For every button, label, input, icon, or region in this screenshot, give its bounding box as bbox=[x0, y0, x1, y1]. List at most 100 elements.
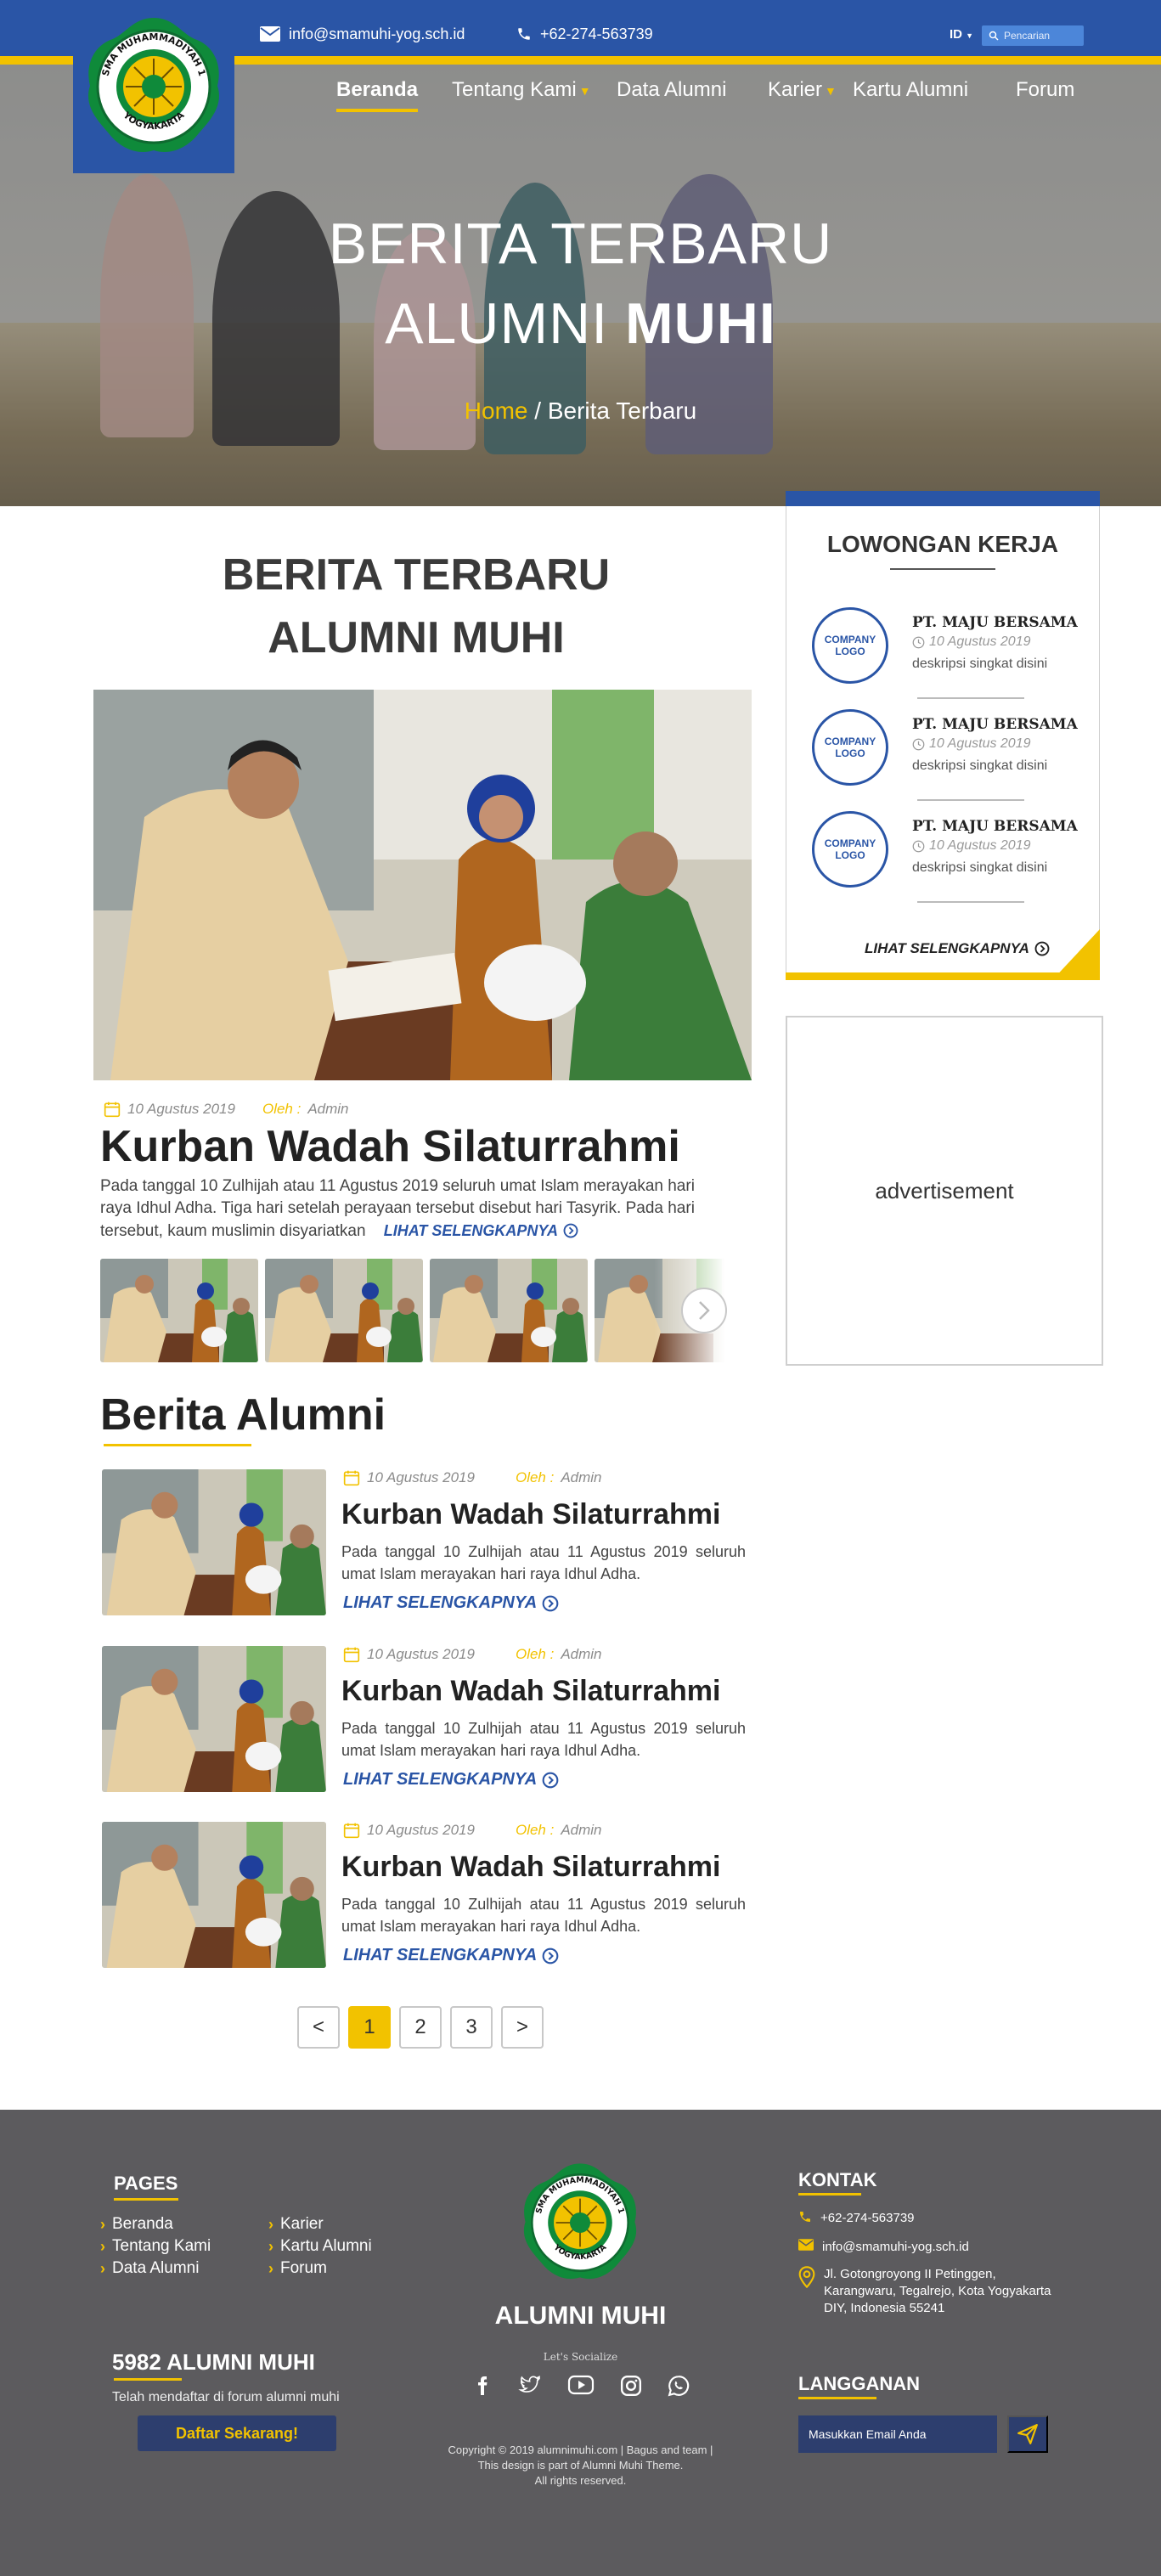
news-by-label: Oleh : bbox=[515, 1822, 555, 1838]
news-image[interactable] bbox=[102, 1646, 326, 1792]
social-links bbox=[472, 2375, 690, 2397]
pagination-prev-button[interactable]: < bbox=[297, 2006, 340, 2049]
news-excerpt: Pada tanggal 10 Zulhijah atau 11 Agustus… bbox=[341, 1543, 746, 1582]
school-emblem-icon: SMA MUHAMMADIYAH 1 YOGYAKARTA bbox=[88, 18, 219, 152]
paper-plane-icon bbox=[1016, 2423, 1040, 2445]
top-email[interactable]: info@smamuhi-yog.sch.id bbox=[260, 24, 465, 44]
job-item[interactable]: COMPANY LOGO PT. MAJU BERSAMA 10 Agustus… bbox=[812, 607, 1084, 699]
footer-contact-underline bbox=[798, 2193, 861, 2196]
search-icon bbox=[989, 31, 999, 41]
featured-read-more-link[interactable]: LIHAT SELENGKAPNYA bbox=[384, 1220, 578, 1242]
arrow-circle-right-icon bbox=[542, 1595, 559, 1612]
news-date: 10 Agustus 2019 bbox=[367, 1469, 475, 1485]
facebook-icon[interactable] bbox=[472, 2375, 493, 2397]
alumni-count-underline bbox=[114, 2378, 182, 2381]
job-separator bbox=[917, 697, 1024, 699]
news-excerpt: Pada tanggal 10 Zulhijah atau 11 Agustus… bbox=[341, 1720, 746, 1759]
breadcrumb: Home / Berita Terbaru bbox=[0, 397, 1161, 425]
gallery-thumbnail[interactable] bbox=[100, 1259, 258, 1362]
envelope-icon bbox=[260, 26, 280, 42]
news-title[interactable]: Kurban Wadah Silaturrahmi bbox=[341, 1851, 720, 1884]
whatsapp-icon[interactable] bbox=[668, 2375, 690, 2397]
news-image[interactable] bbox=[102, 1469, 326, 1615]
school-emblem-icon: SMA MUHAMMADIYAH 1 YOGYAKARTA bbox=[523, 2163, 637, 2280]
pagination-page-2[interactable]: 2 bbox=[399, 2006, 442, 2049]
news-meta: 10 Agustus 2019 Oleh : Admin bbox=[343, 1822, 602, 1839]
news-author: Admin bbox=[561, 1822, 602, 1838]
language-selector[interactable]: ID ▼ bbox=[950, 27, 973, 42]
nav-item-karier[interactable]: Karier ▼ bbox=[768, 78, 837, 102]
news-meta: 10 Agustus 2019 Oleh : Admin bbox=[343, 1469, 602, 1486]
job-date: 10 Agustus 2019 bbox=[912, 736, 1031, 752]
featured-by-label: Oleh : bbox=[262, 1101, 302, 1117]
breadcrumb-home-link[interactable]: Home bbox=[465, 397, 528, 424]
jobs-read-more-link[interactable]: LIHAT SELENGKAPNYA bbox=[865, 940, 1050, 957]
job-company: PT. MAJU BERSAMA bbox=[912, 818, 1078, 835]
featured-author: Admin bbox=[307, 1101, 349, 1117]
news-title[interactable]: Kurban Wadah Silaturrahmi bbox=[341, 1498, 720, 1531]
breadcrumb-separator: / bbox=[527, 397, 548, 424]
footer-link-forum[interactable]: › Forum bbox=[268, 2259, 327, 2278]
footer-subscribe-title: LANGGANAN bbox=[798, 2373, 920, 2394]
featured-news-image[interactable] bbox=[93, 690, 752, 1080]
school-logo[interactable]: SMA MUHAMMADIYAH 1 YOGYAKARTA bbox=[73, 0, 234, 173]
top-email-text: info@smamuhi-yog.sch.id bbox=[289, 25, 465, 42]
job-item[interactable]: COMPANY LOGO PT. MAJU BERSAMA 10 Agustus… bbox=[812, 811, 1084, 903]
nav-item-tentang-kami[interactable]: Tentang Kami ▼ bbox=[452, 78, 591, 102]
job-description: deskripsi singkat disini bbox=[912, 758, 1048, 773]
gallery-next-button[interactable] bbox=[681, 1288, 727, 1333]
pagination-page-3[interactable]: 3 bbox=[450, 2006, 493, 2049]
footer-link-karier[interactable]: › Karier bbox=[268, 2215, 324, 2234]
footer-subscribe-underline bbox=[798, 2397, 876, 2399]
nav-item-forum[interactable]: Forum bbox=[1016, 78, 1074, 102]
phone-icon bbox=[516, 26, 532, 42]
search-box[interactable] bbox=[982, 25, 1084, 46]
footer-logo[interactable]: SMA MUHAMMADIYAH 1 YOGYAKARTA bbox=[518, 2161, 642, 2285]
caret-down-icon: ▼ bbox=[825, 83, 837, 98]
news-read-more-link[interactable]: LIHAT SELENGKAPNYA bbox=[343, 1593, 559, 1613]
chevron-right-icon: › bbox=[268, 2259, 273, 2277]
advertisement-slot[interactable]: advertisement bbox=[786, 1016, 1103, 1366]
nav-item-kartu-alumni[interactable]: Kartu Alumni bbox=[853, 78, 968, 102]
subscribe-send-button[interactable] bbox=[1007, 2415, 1048, 2453]
news-read-more-link[interactable]: LIHAT SELENGKAPNYA bbox=[343, 1946, 559, 1965]
footer-link-kartu-alumni[interactable]: › Kartu Alumni bbox=[268, 2237, 372, 2256]
news-title[interactable]: Kurban Wadah Silaturrahmi bbox=[341, 1675, 720, 1708]
news-excerpt: Pada tanggal 10 Zulhijah atau 11 Agustus… bbox=[341, 1896, 746, 1935]
subscribe-email-input[interactable] bbox=[798, 2415, 997, 2453]
news-author: Admin bbox=[561, 1469, 602, 1485]
nav-item-data-alumni[interactable]: Data Alumni bbox=[617, 78, 726, 102]
pagination-page-1[interactable]: 1 bbox=[348, 2006, 391, 2049]
arrow-circle-right-icon bbox=[563, 1223, 578, 1238]
footer-contact-email[interactable]: info@smamuhi-yog.sch.id bbox=[798, 2239, 969, 2256]
footer-link-data-alumni[interactable]: › Data Alumni bbox=[100, 2259, 199, 2278]
youtube-icon[interactable] bbox=[567, 2375, 595, 2397]
job-item[interactable]: COMPANY LOGO PT. MAJU BERSAMA 10 Agustus… bbox=[812, 709, 1084, 801]
clock-icon bbox=[912, 636, 925, 649]
calendar-icon bbox=[343, 1469, 360, 1486]
footer-contact-phone[interactable]: +62-274-563739 bbox=[798, 2210, 915, 2227]
gallery-thumbnail[interactable] bbox=[265, 1259, 423, 1362]
job-description: deskripsi singkat disini bbox=[912, 657, 1048, 671]
news-image[interactable] bbox=[102, 1822, 326, 1968]
pagination: < 1 2 3 > bbox=[297, 2006, 544, 2049]
nav-item-beranda[interactable]: Beranda bbox=[336, 78, 419, 112]
instagram-icon[interactable] bbox=[620, 2375, 642, 2397]
chevron-right-icon bbox=[696, 1300, 713, 1321]
news-by-label: Oleh : bbox=[515, 1469, 555, 1485]
featured-meta: 10 Agustus 2019 Oleh : Admin bbox=[104, 1101, 349, 1118]
gallery-thumbnail[interactable] bbox=[430, 1259, 588, 1362]
caret-down-icon: ▼ bbox=[966, 31, 974, 40]
featured-news-title[interactable]: Kurban Wadah Silaturrahmi bbox=[100, 1121, 680, 1172]
footer-link-beranda[interactable]: › Beranda bbox=[100, 2215, 173, 2234]
job-listings-widget: LOWONGAN KERJA COMPANY LOGO PT. MAJU BER… bbox=[786, 491, 1100, 980]
search-input[interactable] bbox=[1004, 30, 1080, 42]
top-phone[interactable]: +62-274-563739 bbox=[516, 24, 653, 44]
footer-link-tentang-kami[interactable]: › Tentang Kami bbox=[100, 2237, 211, 2256]
twitter-icon[interactable] bbox=[518, 2375, 542, 2397]
pagination-next-button[interactable]: > bbox=[501, 2006, 544, 2049]
chevron-right-icon: › bbox=[268, 2237, 273, 2255]
company-logo: COMPANY LOGO bbox=[812, 811, 888, 888]
footer-pages-title: PAGES bbox=[114, 2173, 178, 2194]
news-read-more-link[interactable]: LIHAT SELENGKAPNYA bbox=[343, 1770, 559, 1790]
